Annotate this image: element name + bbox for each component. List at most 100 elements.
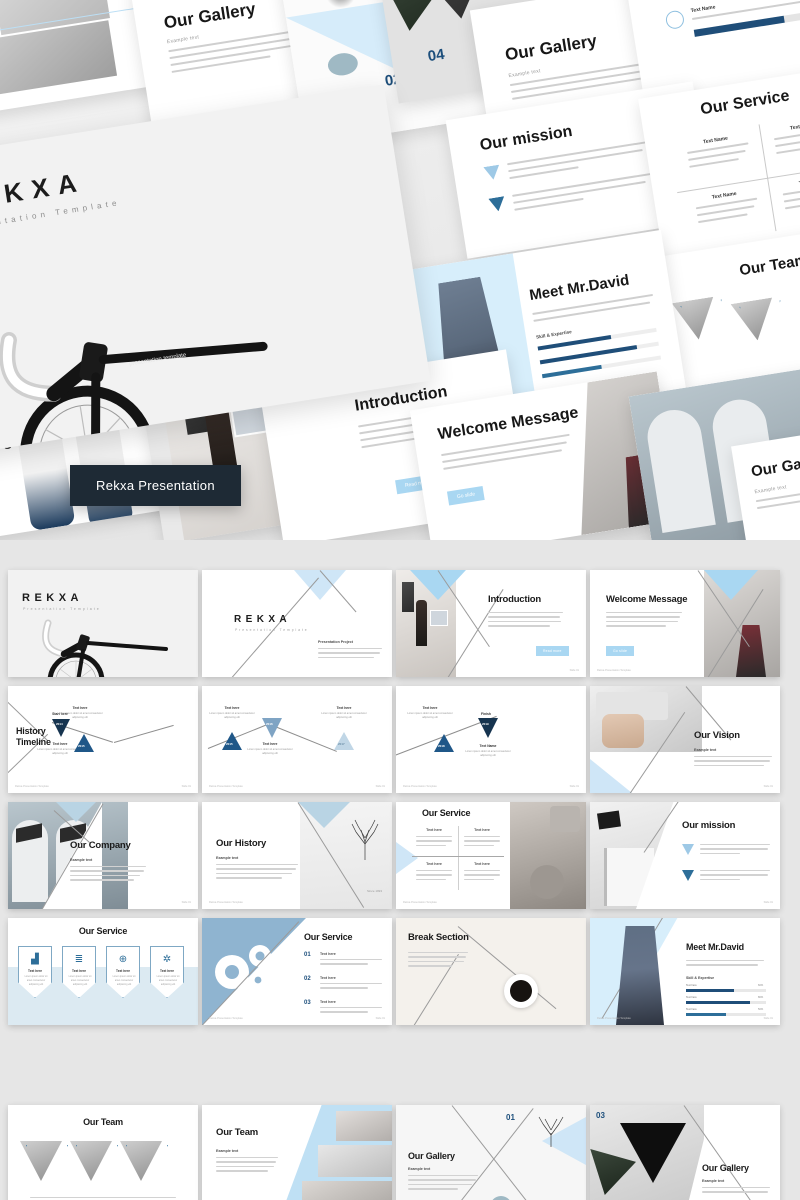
mission-bullet-icon-2 [488, 196, 506, 212]
slide-brand-name: REKXA [22, 592, 84, 604]
slide-cover-bike[interactable]: REKXA Presentation Template [8, 570, 198, 677]
timeline-marker [434, 734, 454, 752]
timeline-marker-3 [334, 732, 354, 750]
gallery-number: 01 [506, 1113, 515, 1122]
service-card-label: Text here [116, 969, 130, 973]
coffee-liquid [510, 980, 532, 1002]
slide-our-gallery-01[interactable]: 01 Our Gallery Example text [396, 1105, 586, 1200]
bar-chart-icon: ▟ [31, 954, 39, 965]
slide-our-team-triangles[interactable]: Our Team [8, 1105, 198, 1200]
slide-history-timeline[interactable]: History Timeline Start here 2014 Text he… [8, 686, 198, 793]
slide-welcome-message[interactable]: Welcome Message Go slide Rekxa Presentat… [590, 570, 780, 677]
service-card-label: Text here [28, 969, 42, 973]
sliders-icon: ≣ [74, 954, 84, 965]
slide-our-vision[interactable]: Our Vision Example text Slide 01 [590, 686, 780, 793]
slide-timeline-end[interactable]: Text here Lorem ipsum dolor sit amet con… [396, 686, 586, 793]
service-card-desc: Lorem ipsum dolor sit amet consectetur a… [112, 975, 136, 986]
slide-our-mission[interactable]: Our mission Slide 01 [590, 802, 780, 909]
slide-title: Our Service [78, 926, 128, 936]
slide-title: Our Gallery [408, 1151, 455, 1161]
slide-brand-sub: Presentation Template [235, 628, 309, 632]
gears-icon [215, 945, 271, 989]
timeline-year: 2014 [56, 722, 63, 726]
timeline-text: Lorem ipsum dolor sit amet consectetur a… [407, 712, 453, 719]
slide-meet-mr-david[interactable]: Meet Mr.David Skill & Expertise Text her… [590, 918, 780, 1025]
slide-our-service-numbered[interactable]: Our Service 01 Text here 02 Text here 03… [202, 918, 392, 1025]
hero-title-label: Rekxa Presentation [70, 465, 241, 506]
hero-brand: REKXA Presentation Template [0, 161, 121, 233]
slide-footer-right: Slide 01 [375, 1017, 385, 1020]
slide-grid-block-b: Our Team Our Team Example text 01 Our Ga… [0, 1105, 800, 1200]
skill-pct-1: 60% [758, 984, 764, 987]
go-slide-button[interactable]: Go slide [446, 485, 486, 506]
slide-our-team-photos[interactable]: Our Team Example text [202, 1105, 392, 1200]
service-card-desc: Lorem ipsum dolor sit amet consectetur a… [24, 975, 48, 986]
skill-label-2: Text here [686, 996, 697, 999]
slide-footer-right: Slide 01 [181, 901, 191, 904]
slide-cover-clean[interactable]: REKXA Presentation Template Presentation… [202, 570, 392, 677]
slide-title: Our Service [422, 808, 471, 818]
slide-title: Our Team [216, 1127, 259, 1138]
timeline-year: 2015 [226, 742, 233, 746]
slide-footer-right: Slide 01 [569, 785, 579, 788]
timeline-marker-2 [74, 734, 94, 752]
blue-triangle [396, 842, 418, 874]
slide-footer-right: Slide 01 [181, 785, 191, 788]
skill-pct-3: 50% [758, 1008, 764, 1011]
skill-bar-1 [686, 989, 766, 992]
service-item-label-2: Text here [320, 976, 336, 980]
timeline-marker-2 [478, 718, 498, 738]
timeline-year-2: 2016 [266, 722, 273, 726]
blue-triangle [590, 759, 632, 793]
skill-bar-2 [686, 1001, 766, 1004]
service-card-desc: Lorem ipsum dolor sit amet consectetur a… [156, 975, 180, 986]
timeline-text: Lorem ipsum dolor sit amet consectetur a… [209, 712, 255, 719]
slide-title: Our History [216, 838, 267, 849]
presentation-template-preview: Our Gallery Example text 01 02 04 [0, 0, 800, 1200]
tree-illustration [538, 1116, 564, 1147]
slide-our-gallery-03[interactable]: 03 Our Gallery Example text [590, 1105, 780, 1200]
slide-title: Our Vision [694, 730, 740, 741]
skill-label-1: Text here [686, 984, 697, 987]
slide-footer-right: Slide 01 [375, 785, 385, 788]
slide-footer-left: Rekxa Presentation Template [209, 785, 243, 788]
gear-icon: ✲ [162, 954, 172, 965]
slide-our-history[interactable]: Our History Example text Since 1993 Rekx… [202, 802, 392, 909]
go-slide-button[interactable]: Go slide [606, 646, 635, 656]
slide-our-company[interactable]: Our Company Example text Slide 01 [8, 802, 198, 909]
service-cell-title-4: Text Name [781, 174, 800, 189]
slide-subtitle: Example text [694, 748, 717, 752]
slide-break-section[interactable]: Break Section [396, 918, 586, 1025]
team-avatar-outline-1 [26, 1145, 68, 1185]
timeline-text-2: Lorem ipsum dolor sit amet consectetur a… [465, 750, 511, 757]
slide-our-service-pentagons[interactable]: Our Service ▟ Text here Lorem ipsum dolo… [8, 918, 198, 1025]
service-item-label-1: Text here [320, 952, 336, 956]
slide-row-2: History Timeline Start here 2014 Text he… [0, 686, 800, 793]
service-cell-title-4: Text here [474, 862, 490, 866]
timeline-marker-2 [262, 718, 282, 738]
tree-illustration [351, 819, 379, 860]
slide-timeline-mid[interactable]: Text here Lorem ipsum dolor sit amet con… [202, 686, 392, 793]
timeline-text-2: Lorem ipsum dolor sit amet consectetur a… [57, 712, 103, 719]
blue-triangle [704, 570, 758, 600]
slide-footer-left: Rekxa Presentation Template [403, 901, 437, 904]
slide-footer-left: Rekxa Presentation Template [209, 901, 243, 904]
blue-triangle [294, 802, 354, 828]
timeline-marker-label: Text here [422, 706, 438, 710]
slide-footer-left: Rekxa Presentation Template [597, 669, 631, 672]
slide-subtitle: Example text [408, 1167, 431, 1171]
slide-subtitle: Example text [702, 1179, 725, 1183]
read-more-button[interactable]: Read more [536, 646, 569, 656]
tile-title: Our Team [738, 251, 800, 280]
timeline-caption-2: Text here [72, 706, 88, 710]
service-cell-title-2: Text Name [789, 122, 800, 132]
slide-title: Welcome Message [606, 594, 688, 605]
slide-footer-left: Rekxa Presentation Template [597, 1017, 631, 1020]
slide-introduction[interactable]: Introduction Read more Slide 01 [396, 570, 586, 677]
slide-our-service-quad[interactable]: Our Service Text here Text here Text her… [396, 802, 586, 909]
skill-bar-3 [686, 1013, 766, 1016]
slide-row-4: Our Service ▟ Text here Lorem ipsum dolo… [0, 918, 800, 1025]
service-card-desc: Lorem ipsum dolor sit amet consectetur a… [68, 975, 92, 986]
timeline-marker [222, 732, 242, 750]
slide-title: Meet Mr.David [686, 942, 744, 952]
